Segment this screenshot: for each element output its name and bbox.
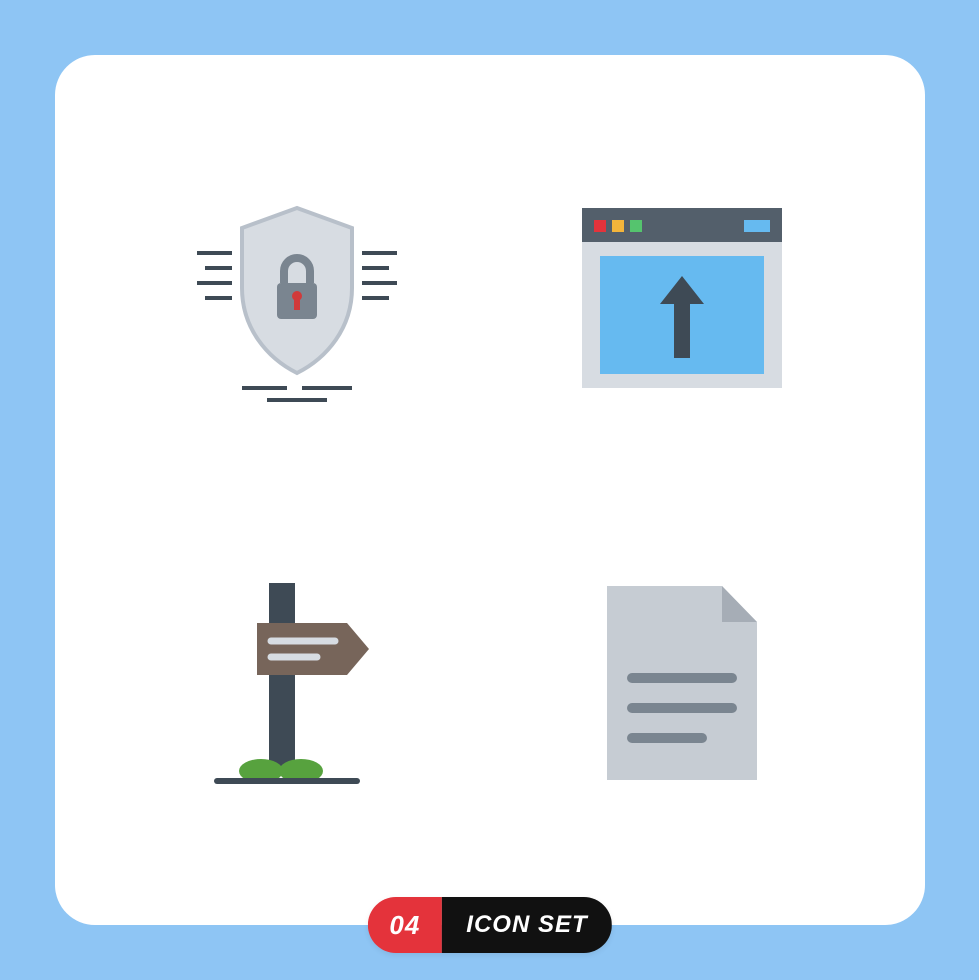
icon-cell	[520, 135, 845, 460]
badge-label: ICON SET	[442, 897, 611, 953]
icon-cell	[135, 520, 460, 845]
icon-set-badge: 04 ICON SET	[367, 897, 611, 953]
icon-cell	[135, 135, 460, 460]
badge-number: 04	[367, 897, 442, 953]
icon-set-card: 04 ICON SET	[55, 55, 925, 925]
file-document-icon	[592, 578, 772, 788]
signpost-icon	[197, 573, 397, 793]
browser-upload-icon	[572, 198, 792, 398]
shield-lock-icon	[187, 188, 407, 408]
icon-cell	[520, 520, 845, 845]
